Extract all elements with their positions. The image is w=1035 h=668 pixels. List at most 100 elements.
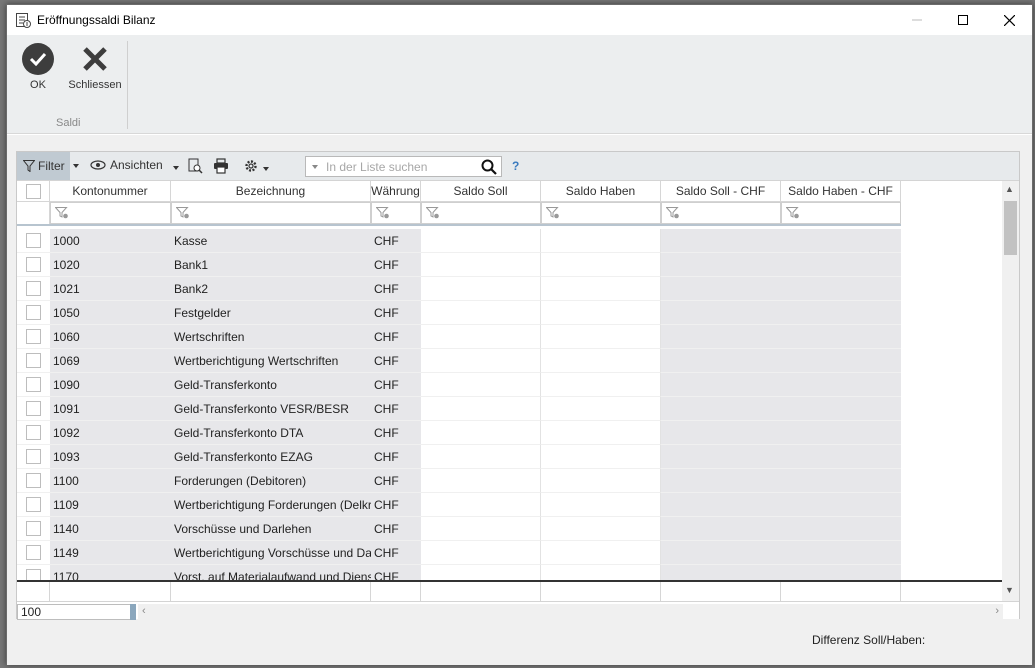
credit-balance-cell[interactable] [541, 325, 661, 349]
credit-balance-cell[interactable] [541, 469, 661, 493]
column-filter[interactable] [541, 202, 661, 224]
help-button[interactable]: ? [512, 159, 519, 173]
table-row[interactable]: 1021 Bank2 CHF [17, 277, 1002, 301]
debit-balance-cell[interactable] [421, 541, 541, 565]
table-row[interactable]: 1140 Vorschüsse und Darlehen CHF [17, 517, 1002, 541]
credit-balance-cell[interactable] [541, 541, 661, 565]
row-select-cell[interactable] [17, 397, 50, 421]
column-filter[interactable] [661, 202, 781, 224]
preview-button[interactable] [187, 158, 203, 174]
column-filter[interactable] [50, 202, 171, 224]
credit-balance-cell[interactable] [541, 253, 661, 277]
search-icon[interactable] [481, 159, 497, 175]
vertical-scrollbar[interactable]: ▲ ▼ [1002, 181, 1019, 601]
row-select-cell[interactable] [17, 301, 50, 325]
minimize-button[interactable] [894, 5, 940, 35]
filter-dropdown[interactable] [73, 158, 79, 168]
credit-balance-cell[interactable] [541, 565, 661, 581]
scroll-thumb[interactable] [1004, 201, 1017, 255]
row-select-cell[interactable] [17, 493, 50, 517]
row-checkbox[interactable] [26, 545, 41, 560]
row-checkbox[interactable] [26, 401, 41, 416]
column-header[interactable]: Saldo Soll [421, 181, 541, 202]
row-checkbox[interactable] [26, 233, 41, 248]
credit-balance-cell[interactable] [541, 301, 661, 325]
search-box[interactable] [305, 156, 502, 177]
table-row[interactable]: 1170 Vorst. auf Materialaufwand und Diens… [17, 565, 1002, 581]
credit-balance-cell[interactable] [541, 517, 661, 541]
scroll-up-icon[interactable]: ▲ [1005, 184, 1014, 194]
debit-balance-cell[interactable] [421, 517, 541, 541]
table-row[interactable]: 1090 Geld-Transferkonto CHF [17, 373, 1002, 397]
debit-balance-cell[interactable] [421, 469, 541, 493]
row-select-cell[interactable] [17, 469, 50, 493]
horizontal-scrollbar[interactable]: ‹ › [138, 604, 1003, 620]
debit-balance-cell[interactable] [421, 565, 541, 581]
row-select-cell[interactable] [17, 565, 50, 581]
row-select-cell[interactable] [17, 325, 50, 349]
column-filter[interactable] [371, 202, 421, 224]
row-checkbox[interactable] [26, 497, 41, 512]
filter-button[interactable]: Filter [17, 152, 70, 180]
settings-button[interactable] [243, 158, 269, 174]
row-select-cell[interactable] [17, 517, 50, 541]
debit-balance-cell[interactable] [421, 229, 541, 253]
scroll-right-icon[interactable]: › [995, 605, 999, 617]
column-header[interactable]: Währung [371, 181, 421, 202]
table-row[interactable]: 1020 Bank1 CHF [17, 253, 1002, 277]
debit-balance-cell[interactable] [421, 397, 541, 421]
row-select-cell[interactable] [17, 445, 50, 469]
table-row[interactable]: 1000 Kasse CHF [17, 229, 1002, 253]
row-checkbox[interactable] [26, 353, 41, 368]
close-button[interactable]: Schliessen [65, 43, 125, 91]
credit-balance-cell[interactable] [541, 397, 661, 421]
column-header[interactable]: Saldo Haben - CHF [781, 181, 901, 202]
column-header[interactable]: Kontonummer [50, 181, 171, 202]
row-checkbox[interactable] [26, 257, 41, 272]
table-row[interactable]: 1069 Wertberichtigung Wertschriften CHF [17, 349, 1002, 373]
credit-balance-cell[interactable] [541, 445, 661, 469]
column-filter[interactable] [421, 202, 541, 224]
scroll-left-icon[interactable]: ‹ [142, 605, 146, 617]
print-button[interactable] [213, 158, 229, 174]
row-checkbox[interactable] [26, 329, 41, 344]
row-select-cell[interactable] [17, 541, 50, 565]
close-window-button[interactable] [986, 5, 1032, 35]
search-input[interactable] [326, 159, 476, 174]
debit-balance-cell[interactable] [421, 253, 541, 277]
debit-balance-cell[interactable] [421, 325, 541, 349]
scroll-down-icon[interactable]: ▼ [1005, 585, 1014, 595]
row-select-cell[interactable] [17, 277, 50, 301]
debit-balance-cell[interactable] [421, 277, 541, 301]
column-header[interactable]: Bezeichnung [171, 181, 371, 202]
table-row[interactable]: 1109Wertberichtigung Forderungen (Delkre… [17, 493, 1002, 517]
row-checkbox[interactable] [26, 449, 41, 464]
column-header[interactable]: Saldo Soll - CHF [661, 181, 781, 202]
credit-balance-cell[interactable] [541, 277, 661, 301]
credit-balance-cell[interactable] [541, 421, 661, 445]
row-count-field[interactable]: 100 [17, 604, 136, 620]
debit-balance-cell[interactable] [421, 445, 541, 469]
maximize-button[interactable] [940, 5, 986, 35]
table-row[interactable]: 1091 Geld-Transferkonto VESR/BESR CHF [17, 397, 1002, 421]
column-header[interactable]: Saldo Haben [541, 181, 661, 202]
column-filter[interactable] [781, 202, 901, 224]
row-checkbox[interactable] [26, 377, 41, 392]
select-all-checkbox[interactable] [25, 183, 41, 199]
table-row[interactable]: 1092 Geld-Transferkonto DTA CHF [17, 421, 1002, 445]
row-select-cell[interactable] [17, 229, 50, 253]
debit-balance-cell[interactable] [421, 421, 541, 445]
table-row[interactable]: 1050 Festgelder CHF [17, 301, 1002, 325]
debit-balance-cell[interactable] [421, 493, 541, 517]
debit-balance-cell[interactable] [421, 301, 541, 325]
credit-balance-cell[interactable] [541, 493, 661, 517]
credit-balance-cell[interactable] [541, 229, 661, 253]
row-checkbox[interactable] [26, 521, 41, 536]
table-row[interactable]: 1093 Geld-Transferkonto EZAG CHF [17, 445, 1002, 469]
credit-balance-cell[interactable] [541, 349, 661, 373]
table-row[interactable]: 1149Wertberichtigung Vorschüsse und Darl… [17, 541, 1002, 565]
debit-balance-cell[interactable] [421, 373, 541, 397]
table-row[interactable]: 1100 Forderungen (Debitoren) CHF [17, 469, 1002, 493]
ok-button[interactable]: OK [21, 43, 55, 91]
row-select-cell[interactable] [17, 349, 50, 373]
